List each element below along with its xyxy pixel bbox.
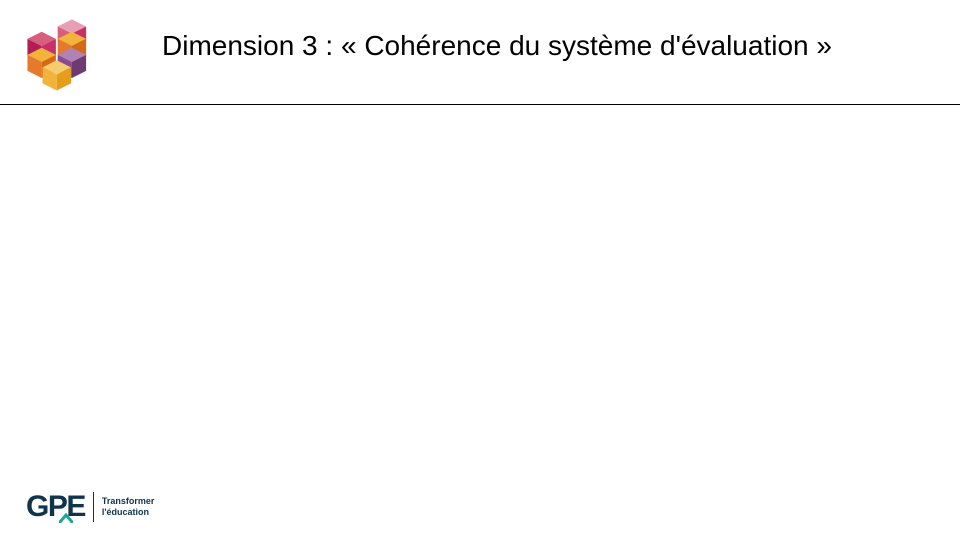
slide-header: Dimension 3 : « Cohérence du système d'é… bbox=[0, 0, 960, 105]
slide-title: Dimension 3 : « Cohérence du système d'é… bbox=[162, 28, 832, 63]
brand-divider bbox=[93, 492, 94, 522]
footer-brand-logo: GPE Transformer l'éducation bbox=[26, 490, 154, 524]
tagline-line1: Transformer bbox=[102, 496, 155, 506]
brand-initials: GPE bbox=[26, 490, 85, 523]
tagline-line2: l'éducation bbox=[102, 507, 149, 517]
header-cube-logo bbox=[18, 14, 108, 94]
chevron-up-icon bbox=[59, 513, 73, 523]
brand-tagline: Transformer l'éducation bbox=[102, 496, 155, 518]
